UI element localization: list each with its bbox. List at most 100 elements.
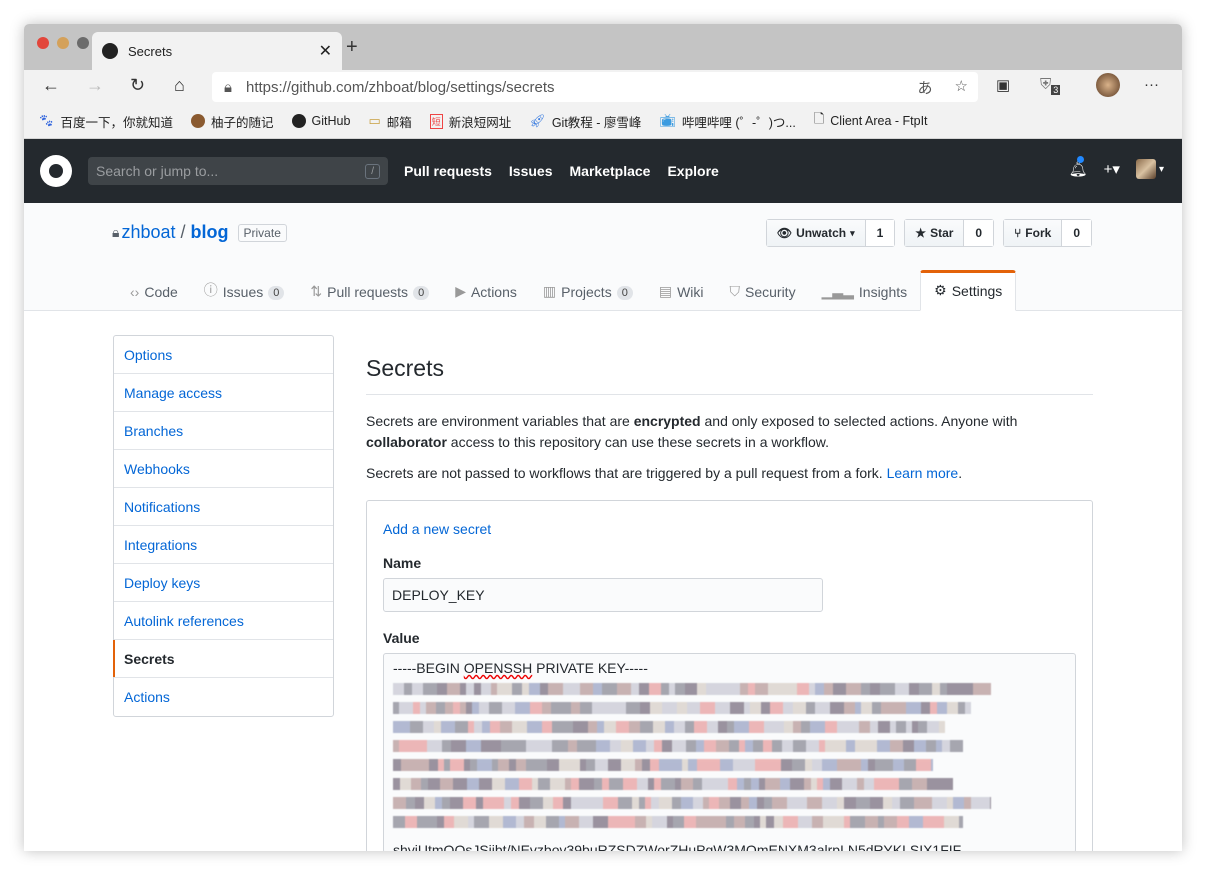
secret-name-input[interactable]: DEPLOY_KEY: [383, 578, 823, 612]
create-new-icon[interactable]: +▾: [1104, 160, 1120, 178]
tab-security[interactable]: ⛉ Security: [717, 271, 809, 311]
extension-icon[interactable]: ▣: [996, 76, 1010, 94]
issue-icon: ⓘ: [203, 282, 218, 298]
project-icon: ▥: [542, 283, 557, 299]
tab-insights[interactable]: ▁▃▂ Insights: [809, 271, 921, 311]
redacted-line: [393, 740, 963, 752]
browser-tab[interactable]: Secrets ✕: [92, 32, 342, 70]
lock-icon: 🔒︎: [112, 224, 120, 240]
bookmark[interactable]: 🚀︎ Git教程 - 廖雪峰: [529, 112, 641, 131]
tab-settings[interactable]: ⚙ Settings: [920, 270, 1017, 311]
tab-pull-requests[interactable]: ⇅ Pull requests 0: [297, 271, 442, 311]
bookmark-label: 百度一下，你就知道: [60, 115, 174, 130]
tab-label: Issues: [222, 284, 264, 300]
sidebar-item-deploy-keys[interactable]: Deploy keys: [114, 564, 333, 602]
repo-name-link[interactable]: blog: [191, 222, 229, 243]
close-tab-icon[interactable]: ✕: [319, 41, 332, 61]
more-menu-icon[interactable]: ···: [1144, 76, 1159, 93]
star-icon: ★: [915, 226, 927, 240]
bookmark-label: Git教程 - 廖雪峰: [551, 115, 642, 130]
settings-sidebar: Options Manage access Branches Webhooks …: [113, 335, 334, 717]
star-button[interactable]: ★ Star 0: [904, 219, 995, 247]
new-tab-button[interactable]: +: [346, 36, 358, 59]
sidebar-item-actions[interactable]: Actions: [114, 678, 333, 716]
eye-icon: 👁︎: [776, 226, 793, 240]
home-icon[interactable]: ⌂: [174, 75, 185, 96]
fork-button[interactable]: ⑂ Fork 0: [1003, 219, 1092, 247]
nav-marketplace[interactable]: Marketplace: [570, 163, 651, 179]
reload-icon[interactable]: ↻: [130, 75, 145, 96]
user-menu[interactable]: ▾: [1135, 159, 1164, 179]
sidebar-item-integrations[interactable]: Integrations: [114, 526, 333, 564]
tab-code[interactable]: ‹› Code: [117, 271, 191, 311]
add-secret-form: Add a new secret Name DEPLOY_KEY Value -…: [366, 500, 1093, 851]
shield-extension-icon[interactable]: ⛨ 3: [1040, 76, 1061, 95]
nav-explore[interactable]: Explore: [667, 163, 718, 179]
search-placeholder: Search or jump to...: [96, 163, 219, 179]
tab-projects[interactable]: ▥ Projects 0: [530, 271, 646, 311]
tab-wiki[interactable]: ▤ Wiki: [646, 271, 717, 311]
search-shortcut-key: /: [365, 163, 380, 179]
tab-label: Code: [144, 284, 178, 300]
fork-label: Fork: [1025, 226, 1052, 240]
search-input[interactable]: Search or jump to... /: [88, 157, 388, 185]
repo-header: 🔒︎ zhboat / blog Private 👁︎ Unwatch ▾ 1 ★ St…: [24, 203, 1182, 311]
nav-issues[interactable]: Issues: [509, 163, 553, 179]
address-bar[interactable]: 🔒︎ https://github.com/zhboat/blog/settin…: [212, 72, 978, 102]
tab-count: 0: [413, 286, 430, 300]
bookmark[interactable]: GitHub: [291, 114, 350, 128]
fork-count[interactable]: 0: [1062, 220, 1091, 246]
add-new-secret-heading[interactable]: Add a new secret: [383, 521, 1076, 537]
page-title: Secrets: [366, 355, 1093, 395]
bookmark[interactable]: ▭ 邮箱: [368, 112, 411, 131]
back-icon[interactable]: ←: [42, 75, 60, 96]
page-icon: 🗋: [813, 111, 825, 126]
maximize-window-button[interactable]: [77, 37, 89, 49]
tab-bar: Secrets ✕ +: [24, 24, 1182, 70]
watch-button[interactable]: 👁︎ Unwatch ▾ 1: [765, 219, 896, 247]
repo-owner-link[interactable]: zhboat: [121, 222, 175, 243]
bookmark[interactable]: 📺︎ 哔哩哔哩 (゜-゜)つ...: [659, 112, 795, 131]
main-content: Secrets Secrets are environment variable…: [366, 335, 1093, 851]
github-logo-icon[interactable]: [40, 155, 72, 187]
watch-count[interactable]: 1: [865, 220, 895, 246]
minimize-window-button[interactable]: [57, 37, 69, 49]
forward-icon[interactable]: →: [86, 75, 104, 96]
sidebar-item-webhooks[interactable]: Webhooks: [114, 450, 333, 488]
favorite-star-icon[interactable]: ☆: [955, 77, 968, 98]
sidebar-item-notifications[interactable]: Notifications: [114, 488, 333, 526]
secret-value-textarea[interactable]: -----BEGIN OPENSSH PRIVATE KEY----- shyi…: [383, 653, 1076, 851]
star-count[interactable]: 0: [964, 220, 994, 246]
learn-more-link[interactable]: Learn more: [887, 465, 959, 481]
browser-window: Secrets ✕ + ← → ↻ ⌂ 🔒︎ https://github.co…: [24, 24, 1182, 851]
code-icon: ‹›: [130, 284, 140, 300]
tab-issues[interactable]: ⓘ Issues 0: [191, 271, 298, 311]
redacted-line: [393, 778, 953, 790]
sidebar-item-branches[interactable]: Branches: [114, 412, 333, 450]
sidebar-item-options[interactable]: Options: [114, 336, 333, 374]
bookmark[interactable]: 柚子的随记: [191, 112, 274, 131]
tab-actions[interactable]: ▶ Actions: [442, 271, 530, 311]
bookmark[interactable]: 🐾︎ 百度一下，你就知道: [38, 112, 173, 131]
translate-icon[interactable]: あ: [918, 77, 933, 98]
bookmark[interactable]: 🗋 Client Area - FtpIt: [814, 110, 928, 132]
bookmark-label: Client Area - FtpIt: [830, 114, 928, 128]
sidebar-item-manage-access[interactable]: Manage access: [114, 374, 333, 412]
short-link-icon: 短: [429, 113, 443, 129]
profile-avatar[interactable]: [1096, 73, 1120, 97]
bookmark[interactable]: 短新浪短网址: [429, 112, 511, 131]
key-last-line: shyiUtmQOsJSijbt/NEvzbov39buRZSDZWorZHuP…: [393, 842, 962, 851]
folder-icon: ▭: [368, 113, 381, 128]
bell-icon[interactable]: 🔔︎: [1069, 156, 1088, 178]
book-icon: ▤: [658, 283, 673, 299]
close-window-button[interactable]: [37, 37, 49, 49]
redacted-line: [393, 816, 963, 828]
sidebar-item-secrets[interactable]: Secrets: [113, 640, 333, 678]
bookmarks-bar: 🐾︎ 百度一下，你就知道 柚子的随记 GitHub ▭ 邮箱 短新浪短网址 🚀︎ Gi…: [24, 104, 1182, 139]
redacted-key-lines: [393, 683, 1066, 828]
sidebar-item-autolink-references[interactable]: Autolink references: [114, 602, 333, 640]
bilibili-icon: 📺︎: [659, 113, 676, 128]
nav-pull-requests[interactable]: Pull requests: [404, 163, 492, 179]
github-header: Search or jump to... / Pull requests Issu…: [24, 139, 1182, 203]
key-header-line: -----BEGIN OPENSSH PRIVATE KEY-----: [393, 660, 648, 676]
